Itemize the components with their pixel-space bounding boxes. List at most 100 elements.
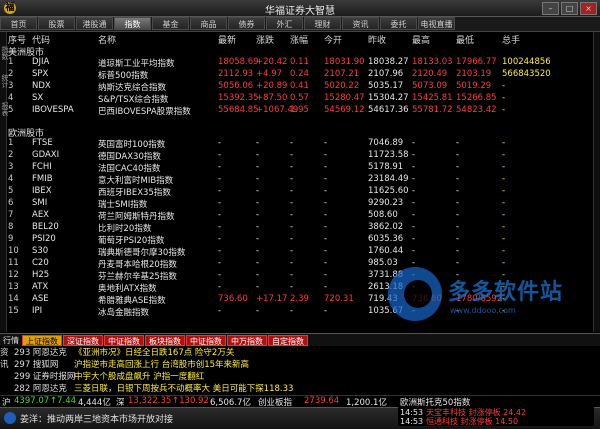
bottom-tab-6[interactable]: 自定指数 — [268, 334, 308, 346]
nav-tab-11[interactable]: 电视直播 — [418, 17, 455, 30]
watermark: 多多软件站 www.ddooo.com — [388, 262, 588, 332]
cell-low: 2103.19 — [456, 69, 492, 79]
table-row[interactable]: 5 IBOVESPA 巴西IBOVESPA股票指数 55684.85 +1067.49 1… — [8, 105, 594, 117]
cell-low: - — [456, 186, 460, 196]
maximize-icon[interactable]: □ — [561, 2, 578, 15]
news-t: 讯 — [0, 360, 9, 370]
nav-tab-4[interactable]: 基金 — [152, 17, 189, 30]
table-row[interactable]: 2 SPX 标普500指数 2112.93 +4.97 0.24 2107.21 2107.9… — [8, 69, 594, 81]
cell-idx: 3 — [8, 162, 14, 172]
watermark-url: www.ddooo.com — [450, 306, 516, 315]
cell-pct: - — [290, 222, 294, 232]
cell-low: 54823.42 — [456, 105, 497, 115]
bottom-tab-3[interactable]: 板块指数 — [145, 334, 185, 346]
column-header-3[interactable]: 最新 — [218, 33, 236, 46]
news-item[interactable]: 299 证券时报网 中宇大个股成盘飙升 沪指一度翻红 — [0, 370, 420, 382]
nav-tab-3[interactable]: 指数 — [114, 17, 151, 30]
nav-tab-5[interactable]: 商品 — [190, 17, 227, 30]
cell-high: - — [412, 246, 416, 256]
news-item[interactable]: 282 阿恩达克 三菱日联，日银下周按兵不动概率大 美日可能下探118.33 — [0, 382, 420, 394]
cell-open: 2107.21 — [324, 69, 360, 79]
cell-open: - — [324, 246, 328, 256]
cell-pct: 2.39 — [290, 294, 309, 304]
cell-name: 法国CAC40指数 — [98, 164, 161, 174]
right-scrollbar[interactable] — [593, 32, 600, 332]
table-row[interactable]: 7 AEX 荷兰阿姆斯特丹指数 - - - - 508.60 - - - — [8, 210, 594, 222]
cell-last: - — [218, 234, 222, 244]
cell-high: - — [412, 138, 416, 148]
cell-vol: - — [502, 81, 506, 91]
bottom-tab-5[interactable]: 中万指数 — [227, 334, 267, 346]
table-row[interactable]: 2 GDAXI 德国DAX30指数 - - - -11723.58- - - — [8, 150, 594, 162]
cell-name: 冰岛金融指数 — [98, 308, 150, 318]
column-header-9[interactable]: 最低 — [456, 33, 474, 46]
table-row[interactable]: 10 S30 瑞典斯德哥尔摩30指数 - - - -1760.44- - - — [8, 246, 594, 258]
table-row[interactable]: 3 NDX 纳斯达克综合指数 5056.06 +20.89 0.41 5020.22 5035… — [8, 81, 594, 93]
table-row[interactable]: 8 BEL20 比利时20指数 - - - -3862.02- - - — [8, 222, 594, 234]
table-row[interactable]: 3 FCHI 法国CAC40指数 - - - -5178.91- - - — [8, 162, 594, 174]
column-header-4[interactable]: 涨跌 — [256, 33, 274, 46]
cell-chg: - — [256, 234, 260, 244]
close-icon[interactable]: × — [580, 2, 597, 15]
table-row[interactable]: 6 SMI 瑞士SMI指数 - - - -9290.23- - - — [8, 198, 594, 210]
popup-item-time: 14:53 — [400, 417, 424, 426]
column-header-8[interactable]: 最高 — [412, 33, 430, 46]
cell-high: - — [412, 198, 416, 208]
alert-popup[interactable]: 欧洲斯托克50指数 14:53 天宝丰科技 封涨停板 24.42 14:53 恒通科技… — [398, 396, 594, 426]
cell-name: 德国DAX30指数 — [98, 152, 161, 162]
cell-code: FCHI — [32, 162, 52, 172]
column-header-6[interactable]: 今开 — [324, 33, 342, 46]
column-header-10[interactable]: 总手 — [502, 33, 520, 46]
minimize-icon[interactable]: – — [542, 2, 559, 15]
table-row[interactable]: 4 SX S&P/TSX综合指数 15392.35 +87.50 0.57 15280.47… — [8, 93, 594, 105]
nav-tab-9[interactable]: 资讯 — [342, 17, 379, 30]
ticker-sz-change: ↑130.92 — [172, 396, 209, 406]
cell-pct: 0.57 — [290, 93, 309, 103]
table-row[interactable]: 1 FTSE 英国富时100指数 - - - -7046.89- - - — [8, 138, 594, 150]
table-row[interactable]: 9 PSI20 葡萄牙PSI20指数 - - - -6035.36- - - — [8, 234, 594, 246]
status-message[interactable]: 姜洋：推动两岸三地资本市场开放对接 — [20, 412, 173, 425]
news-item[interactable]: 资 293 阿恩达克 《亚洲市况》日经全日跌167点 险守2万关 — [0, 346, 420, 358]
cell-open: - — [324, 138, 328, 148]
cell-name: 芬兰赫尔辛基25指数 — [98, 272, 177, 282]
bottom-tab-2[interactable]: 中证指数 — [104, 334, 144, 346]
bottom-tab-0[interactable]: 上证指数 — [22, 334, 62, 346]
cell-name: S&P/TSX综合指数 — [98, 95, 169, 105]
cell-name: 瑞典斯德哥尔摩30指数 — [98, 248, 186, 258]
table-row[interactable]: 1 DJIA 道琼斯工业平均指数 18058.69 +20.42 0.11 18031.90… — [8, 57, 594, 69]
table-row[interactable]: 4 FMIB 意大利富时MIB指数 - - - -23184.49- - - — [8, 174, 594, 186]
nav-tab-2[interactable]: 港股通 — [76, 17, 113, 30]
cell-idx: 2 — [8, 150, 14, 160]
column-header-7[interactable]: 昨收 — [368, 33, 386, 46]
watermark-text: 多多软件站 — [448, 280, 564, 305]
cell-chg: - — [256, 162, 260, 172]
cell-last: - — [218, 150, 222, 160]
nav-tab-6[interactable]: 债券 — [228, 17, 265, 30]
cell-high: 18133.03 — [412, 57, 453, 67]
bottom-tab-1[interactable]: 深证指数 — [63, 334, 103, 346]
cell-open: 15280.47 — [324, 93, 365, 103]
cell-prev: 2107.96 — [368, 69, 404, 79]
cell-last: 2112.93 — [218, 69, 254, 79]
cell-idx: 11 — [8, 258, 19, 268]
news-item[interactable]: 讯 297 搜狐网 沪指逆市走高回涨上行 台湾股市创15年来新高 — [0, 358, 420, 370]
cell-last: 55684.85 — [218, 105, 259, 115]
cell-name: 比利时20指数 — [98, 224, 152, 234]
cell-idx: 14 — [8, 294, 19, 304]
table-row[interactable]: 5 IBEX 西班牙IBEX35指数 - - - -11625.60- - - — [8, 186, 594, 198]
column-header-5[interactable]: 涨幅 — [290, 33, 308, 46]
cell-idx: 2 — [8, 69, 14, 79]
bottom-tab-4[interactable]: 中证指数 — [186, 334, 226, 346]
cell-prev: 6035.36 — [368, 234, 404, 244]
nav-tab-7[interactable]: 外汇 — [266, 17, 303, 30]
nav-tab-0[interactable]: 首页 — [0, 17, 37, 30]
column-header-2[interactable]: 名称 — [98, 33, 116, 46]
cell-name: 纳斯达克综合指数 — [98, 83, 167, 93]
nav-tab-8[interactable]: 理财 — [304, 17, 341, 30]
popup-item[interactable]: 14:53 恒通科技 封涨停板 14.50 — [400, 416, 518, 427]
nav-tab-10[interactable]: 委托 — [380, 17, 417, 30]
nav-tab-1[interactable]: 股票 — [38, 17, 75, 30]
cell-low: - — [456, 174, 460, 184]
cell-open: - — [324, 162, 328, 172]
cell-low: - — [456, 210, 460, 220]
